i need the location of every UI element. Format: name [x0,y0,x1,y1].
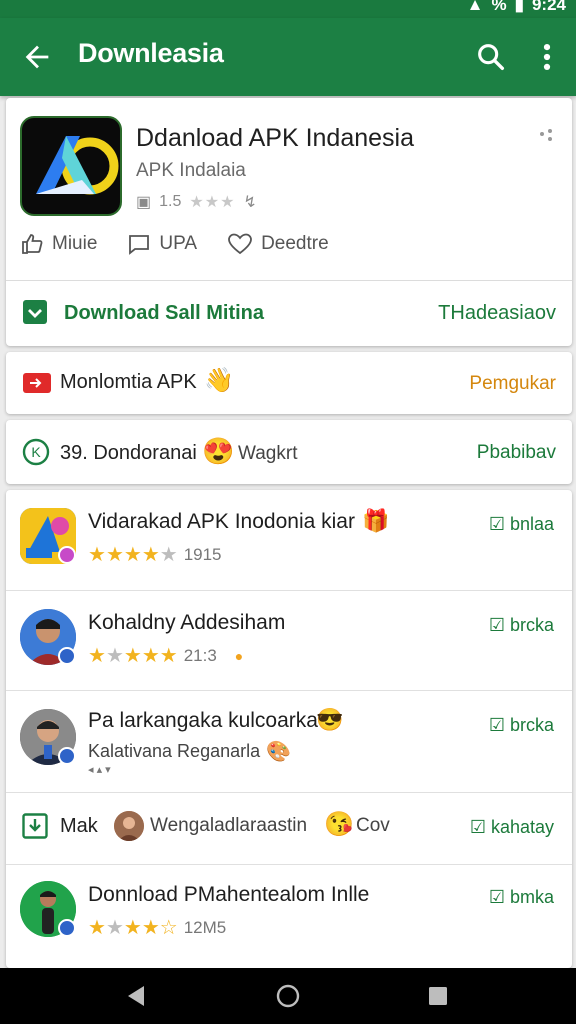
action-like-label: Miuie [52,233,98,254]
app-detail-card: Ddanload APK Indanesia APK Indalaia ▣ 1.… [6,98,572,346]
signal-icon: ▲ [466,0,484,14]
monlomtia-row[interactable]: Monlomtia APK 👋 Pemgukar [6,352,572,414]
app-meta: ▣ 1.5 ★★★ ↯ [136,192,257,212]
app-title: Ddanload APK Indanesia [136,124,414,152]
status-bar: ▲ % ▮ 9:24 [0,0,576,18]
item-action[interactable]: ☑ bmka [489,887,554,908]
mini-icons: ◂ ▴ ▾ [88,764,111,776]
dondoranai-right[interactable]: Pbabibav [477,442,556,464]
flag-emoji-icon: 🎨 [266,741,292,763]
app-rating: 1.5 [159,193,182,210]
item-rating: ★★★★★ 21:3 ● [88,643,243,668]
app-logo-icon[interactable] [20,116,122,216]
page-title: Downleasia [78,38,224,68]
item-rating: ★★★★★ 1915 [88,542,222,567]
rating-stars: ★★★★★ [88,544,178,566]
app-subtitle: APK Indalaia [136,160,246,181]
item-prefix: Mak [60,815,98,837]
divider [6,280,572,281]
smile-emoji-icon: 😍 [202,436,235,466]
clap-emoji-icon: 👋 [204,367,234,394]
badge-icon [58,546,76,564]
action-share[interactable]: Deedtre [227,232,329,256]
rating-icon: ▣ [136,194,152,211]
rating-count: 21:3 [183,645,217,665]
badge-icon [58,747,76,765]
nav-home-icon[interactable] [274,982,302,1010]
item-name: Kohaldny Addesiham [88,611,286,634]
monlomtia-right[interactable]: Pemgukar [469,373,556,395]
action-like[interactable]: Miuie [20,232,97,256]
download-row-label: Download Sall Mitina [64,302,265,324]
rating-count: 12M5 [183,917,227,937]
action-share-label: Deedtre [261,233,329,254]
list-item[interactable]: Donnload PMahentealom Inlle ★★★★☆ 12M5 ☑… [6,865,572,965]
kiss-emoji-icon: 😘 [324,811,354,838]
emoji-icon: 😎 [316,707,344,732]
rating-count: 1915 [183,544,222,564]
monlomtia-label: Monlomtia APK [60,371,197,393]
battery-text: % [491,0,507,14]
item-name: Vidarakad APK Inodonia kiar [88,510,355,533]
battery-icon: ▮ [514,0,524,14]
search-icon[interactable] [474,40,508,74]
download-box-icon [22,813,48,839]
heart-icon [228,233,252,255]
item-mini-icons: ◂ ▴ ▾ [88,763,111,776]
apk-flag-icon [23,373,51,393]
overflow-icon[interactable] [536,126,556,146]
item-sub: Kalativana Reganarla 🎨 [88,739,291,764]
dondoranai-extra: Wagkrt [238,443,298,464]
item-action[interactable]: ☑ kahatay [470,817,554,838]
gift-emoji-icon: 🎁 [362,508,390,533]
more-vert-icon[interactable] [530,40,564,74]
item-action[interactable]: ☑ brcka [489,715,554,736]
list-item[interactable]: Vidarakad APK Inodonia kiar 🎁 ★★★★★ 1915… [6,490,572,590]
badge-icon [58,647,76,665]
status-time: 9:24 [531,0,566,14]
comment-icon [129,235,150,255]
person-avatar [114,811,144,841]
app-list: Vidarakad APK Inodonia kiar 🎁 ★★★★★ 1915… [6,490,572,968]
download-check-icon [23,300,47,324]
nav-back-icon[interactable] [122,982,150,1010]
app-actions: Miuie UPA Deedtre [20,232,359,256]
badge-icon [58,919,76,937]
arrow-left-icon[interactable] [20,40,54,74]
dondoranai-row[interactable]: K 39. Dondoranai 😍 Wagkrt Pbabibav [6,420,572,484]
item-rating: ★★★★☆ 12M5 [88,915,226,940]
item-subtitle: Kalativana Reganarla [88,741,261,761]
item-action[interactable]: ☑ brcka [489,615,554,636]
action-comment-label: UPA [159,233,198,254]
rating-stars: ★★★★☆ [88,917,178,939]
system-nav-bar [0,968,576,1024]
rating-stars: ★★★★★ [88,645,178,667]
item-name: Pa larkangaka kulcoarka [88,709,318,732]
nav-recents-icon[interactable] [424,982,452,1010]
download-row-right[interactable]: THadeasiaov [438,302,556,325]
item-mid: Wengaladlaraastin [150,815,308,836]
dondoranai-label: 39. Dondoranai [60,442,197,464]
list-item[interactable]: Mak Wengaladlaraastin 😘 Cov ☑ kahatay [6,793,572,863]
app-bar: Downleasia [0,18,576,96]
action-comment[interactable]: UPA [127,232,197,256]
item-name: Donnload PMahentealom Inlle [88,883,370,906]
list-item[interactable]: Pa larkangaka kulcoarka 😎 Kalativana Reg… [6,691,572,791]
app-meta-extra: ↯ [243,194,257,211]
counter-circle-icon: K [22,438,50,466]
item-action[interactable]: ☑ bnlaa [489,514,554,535]
app-rating-stars: ★★★ [189,194,236,211]
download-row[interactable]: Download Sall Mitina THadeasiaov [6,282,572,344]
thumbs-up-icon [22,234,43,254]
item-after: Cov [356,815,390,836]
dot-icon: ● [234,647,244,664]
svg-text:K: K [31,444,41,460]
list-item[interactable]: Kohaldny Addesiham ★★★★★ 21:3 ● ☑ brcka [6,591,572,691]
